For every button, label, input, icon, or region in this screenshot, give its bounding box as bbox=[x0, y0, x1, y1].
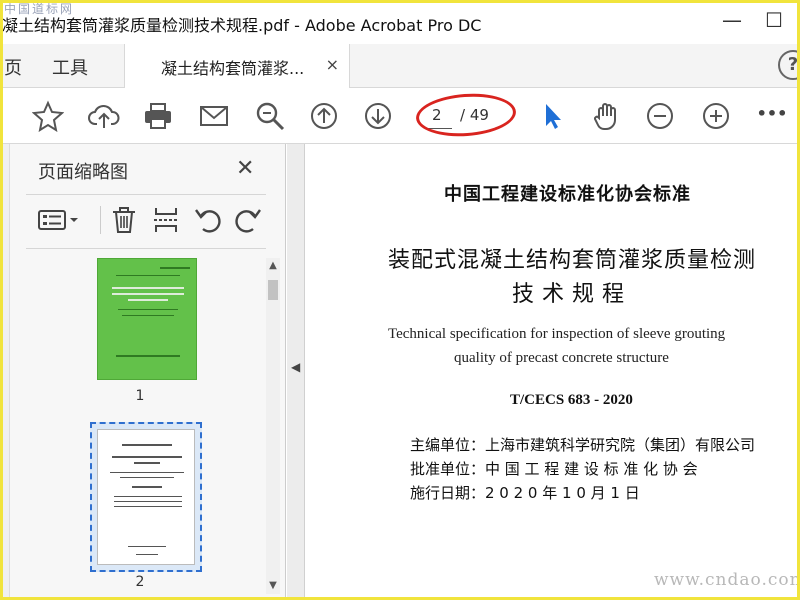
page-down-icon[interactable] bbox=[362, 100, 394, 132]
thumb-line bbox=[136, 554, 158, 555]
tab-document[interactable]: 凝土结构套筒灌浆... × bbox=[124, 44, 350, 88]
zoom-in-icon[interactable] bbox=[700, 100, 732, 132]
thumb-title-line bbox=[112, 293, 184, 295]
select-arrow-icon[interactable] bbox=[536, 100, 568, 132]
rotate-ccw-icon[interactable] bbox=[192, 204, 224, 236]
title-bar: 凝土结构套筒灌浆质量检测技术规程.pdf - Adobe Acrobat Pro… bbox=[0, 0, 800, 44]
help-icon[interactable]: ? bbox=[778, 50, 800, 80]
thumb-line bbox=[112, 456, 182, 458]
panel-splitter[interactable]: ◀ bbox=[287, 144, 305, 600]
site-watermark-top: 中国道标网 bbox=[4, 2, 75, 16]
zoom-search-icon[interactable] bbox=[254, 100, 286, 132]
tab-home[interactable]: 页 bbox=[4, 54, 22, 80]
thumb-code-line bbox=[160, 267, 190, 269]
maximize-button[interactable]: ☐ bbox=[762, 8, 786, 32]
doc-english-title-line1: Technical specification for inspection o… bbox=[388, 326, 726, 342]
thumbnail-label-1: 1 bbox=[135, 388, 145, 404]
close-tab-icon[interactable]: × bbox=[326, 55, 339, 74]
thumb-line bbox=[134, 462, 160, 464]
cloud-upload-icon[interactable] bbox=[88, 100, 120, 132]
page-up-icon[interactable] bbox=[308, 100, 340, 132]
thumb-line bbox=[120, 477, 174, 478]
more-icon[interactable]: ••• bbox=[756, 104, 788, 136]
thumb-line bbox=[114, 496, 182, 497]
thumbnail-label-2: 2 bbox=[135, 574, 145, 590]
page-thumbnail-2 bbox=[97, 429, 195, 565]
mail-icon[interactable] bbox=[198, 100, 230, 132]
rotate-cw-icon[interactable] bbox=[232, 204, 264, 236]
thumb-line bbox=[128, 546, 166, 547]
collapse-panel-icon[interactable]: ◀ bbox=[291, 360, 300, 374]
star-icon[interactable] bbox=[31, 100, 65, 133]
hand-tool-icon[interactable] bbox=[590, 100, 622, 132]
doc-title-line1: 装配式混凝土结构套筒灌浆质量检测 bbox=[388, 248, 757, 273]
thumb-title-line bbox=[128, 299, 168, 301]
page-thumbnail-2-selected[interactable] bbox=[90, 422, 202, 572]
panel-close-icon[interactable]: ✕ bbox=[236, 156, 254, 181]
doc-title-line2: 技术规程 bbox=[512, 282, 633, 307]
thumb-publisher-line bbox=[116, 355, 180, 357]
document-tab-label: 凝土结构套筒灌浆... bbox=[161, 59, 305, 78]
doc-approver-unit: 批准单位：中 国 工 程 建 设 标 准 化 协 会 bbox=[410, 460, 698, 478]
thumb-title-line bbox=[112, 287, 184, 289]
insert-page-icon[interactable] bbox=[150, 204, 182, 236]
zoom-out-icon[interactable] bbox=[644, 100, 676, 132]
doc-editor-unit: 主编单位：上海市建筑科学研究院（集团）有限公司 bbox=[410, 436, 756, 454]
left-edge-strip bbox=[0, 144, 10, 600]
thumbnail-panel: 页面缩略图 ✕ 1 2 ▲ ▼ bbox=[10, 144, 286, 600]
scroll-up-icon[interactable]: ▲ bbox=[266, 260, 280, 274]
page-thumbnail-1[interactable] bbox=[97, 258, 197, 380]
options-list-icon[interactable] bbox=[36, 204, 84, 236]
panel-tool-separator bbox=[100, 206, 101, 234]
thumbnail-scrollbar[interactable]: ▲ ▼ bbox=[266, 258, 280, 594]
red-annotation-oval bbox=[414, 90, 518, 140]
panel-toolbar-divider bbox=[26, 248, 266, 249]
thumb-line bbox=[132, 486, 162, 488]
minimize-button[interactable]: — bbox=[720, 8, 744, 32]
trash-icon[interactable] bbox=[108, 204, 140, 236]
thumb-header-line bbox=[116, 275, 180, 276]
thumb-line bbox=[122, 444, 172, 446]
document-page: 中国工程建设标准化协会标准 装配式混凝土结构套筒灌浆质量检测 技术规程 Tech… bbox=[306, 144, 800, 600]
doc-standard-code: T/CECS 683 - 2020 bbox=[510, 392, 633, 408]
thumb-line bbox=[114, 501, 182, 502]
thumb-line bbox=[110, 472, 184, 473]
thumb-line bbox=[114, 506, 182, 507]
tab-tools[interactable]: 工具 bbox=[52, 54, 88, 80]
doc-english-title-line2: quality of precast concrete structure bbox=[454, 350, 669, 366]
main-toolbar: 2 / 49 ••• bbox=[0, 88, 800, 144]
printer-icon[interactable] bbox=[142, 100, 174, 132]
panel-divider bbox=[26, 194, 266, 195]
thumb-subtitle-line bbox=[122, 315, 174, 316]
doc-effective-date: 施行日期：2 0 2 0 年 1 0 月 1 日 bbox=[410, 484, 640, 502]
site-watermark-bottom: www.cndao.com bbox=[654, 570, 800, 590]
scrollbar-thumb[interactable] bbox=[268, 280, 278, 300]
doc-standard-header: 中国工程建设标准化协会标准 bbox=[444, 184, 691, 205]
thumb-subtitle-line bbox=[118, 309, 178, 310]
tab-bar: 页 工具 凝土结构套筒灌浆... × ? bbox=[0, 44, 800, 88]
scroll-down-icon[interactable]: ▼ bbox=[266, 580, 280, 594]
panel-title: 页面缩略图 bbox=[38, 162, 128, 183]
